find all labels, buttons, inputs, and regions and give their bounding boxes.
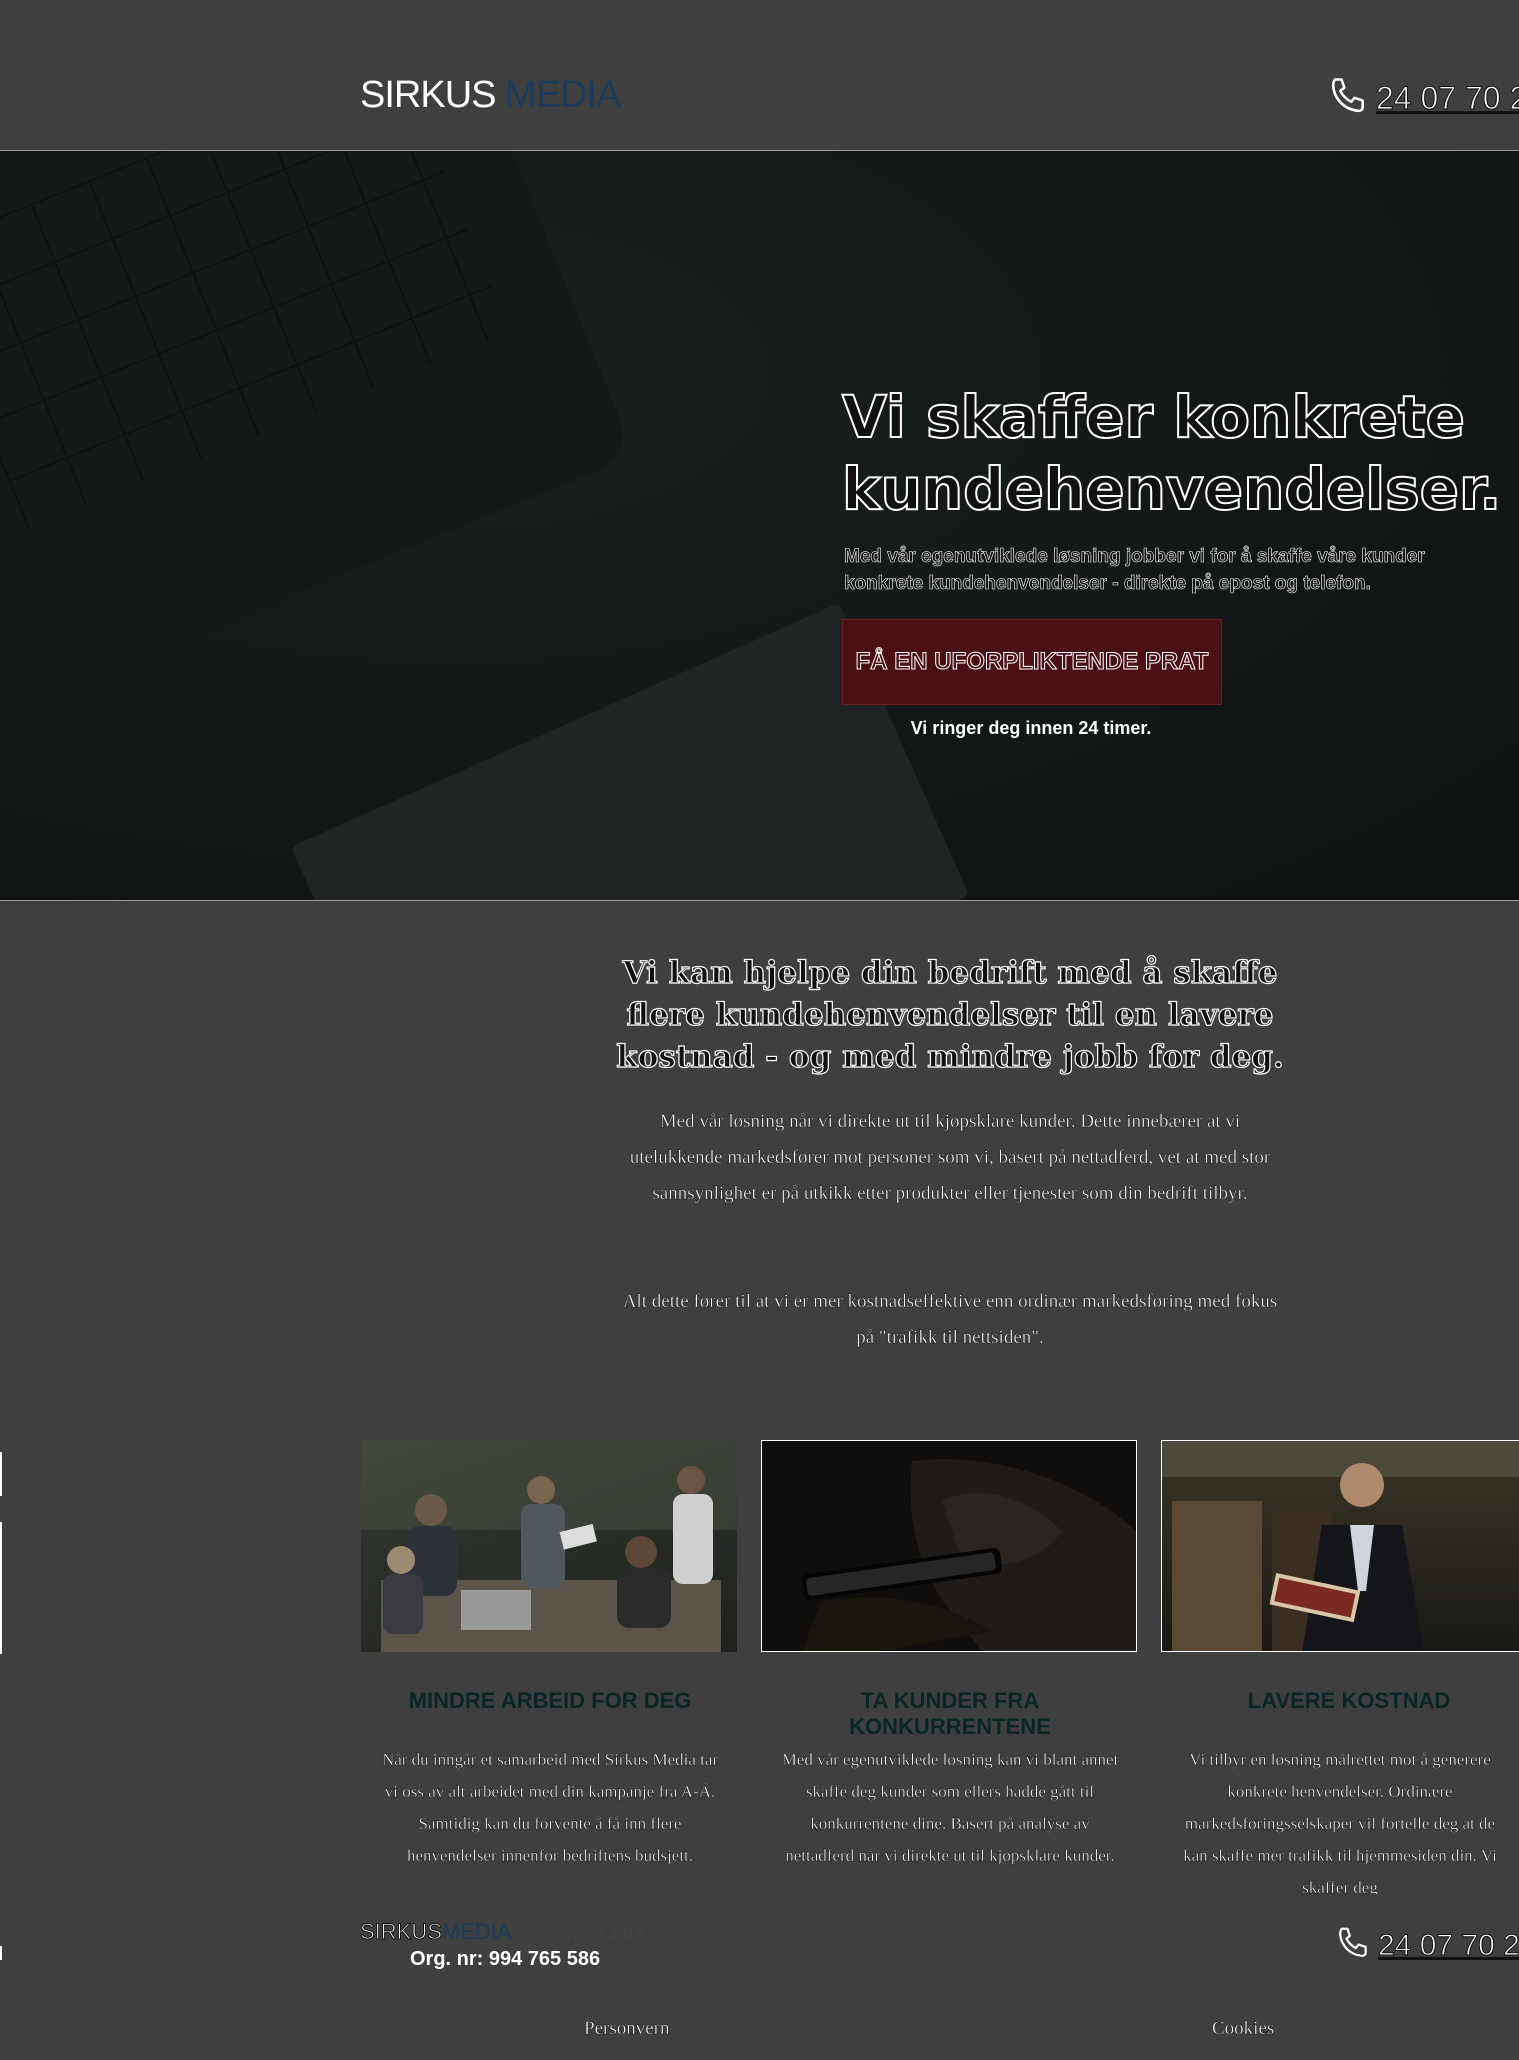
edge-marker bbox=[0, 1946, 2, 1960]
footer-phone[interactable]: 24 07 70 2 bbox=[1334, 1924, 1519, 1967]
edge-marker bbox=[0, 1452, 2, 1496]
footer-phone-link[interactable]: 24 07 70 2 bbox=[1378, 1928, 1519, 1963]
cookies-link[interactable]: Cookies bbox=[1212, 2018, 1275, 2040]
card-title-lower-cost: LAVERE KOSTNAD bbox=[1247, 1688, 1451, 1713]
logo-text-media: MEDIA bbox=[505, 74, 621, 116]
logo-text-sirkus: SIRKUS bbox=[360, 74, 496, 116]
hero-section: Vi skaffer konkrete kundehenvendelser. M… bbox=[0, 151, 1519, 901]
card-image-businessman bbox=[1161, 1440, 1519, 1652]
hero-title: Vi skaffer konkrete kundehenvendelser. bbox=[841, 382, 1502, 524]
footer-logo-sirkus: SIRKUS bbox=[360, 1919, 443, 1945]
phone-icon bbox=[1334, 1924, 1372, 1967]
org-number: Org. nr: 994 765 586 bbox=[410, 1948, 601, 1970]
card-image-team bbox=[361, 1440, 737, 1652]
card-title-competitors: TA KUNDER FRA KONKURRENTENE bbox=[849, 1688, 1051, 1739]
phone-icon bbox=[1326, 74, 1370, 123]
card-title-less-work: MINDRE ARBEID FOR DEG bbox=[408, 1688, 692, 1713]
hero-subtitle: Med vår egenutviklede løsning jobber vi … bbox=[844, 546, 1425, 595]
footer-logo[interactable]: SIRKUSMEDIA © Copyright 2016 bbox=[360, 1918, 645, 1949]
card-image-phone-hand bbox=[761, 1440, 1137, 1652]
intro-paragraph-2: Alt dette fører til at vi er mer kostnad… bbox=[622, 1291, 1278, 1348]
phone-number-link[interactable]: 24 07 70 2 bbox=[1375, 80, 1519, 117]
footer-copyright: © Copyright 2016 bbox=[519, 1926, 645, 1943]
intro-title: Vi kan hjelpe din bedrift med å skaffe f… bbox=[616, 954, 1285, 1075]
edge-marker bbox=[0, 1522, 2, 1654]
site-logo[interactable]: SIRKUS MEDIA bbox=[360, 72, 621, 118]
card-text-lower-cost: Vi tilbyr en løsning målrettet mot å gen… bbox=[1183, 1750, 1497, 1894]
contact-cta-button[interactable]: FÅ EN UFORPLIKTENDE PRAT bbox=[842, 619, 1222, 705]
card-text-less-work: Når du inngår et samarbeid med Sirkus Me… bbox=[381, 1750, 719, 1865]
header-phone[interactable]: 24 07 70 2 bbox=[1326, 74, 1519, 123]
cta-note: Vi ringer deg innen 24 timer. bbox=[910, 718, 1152, 738]
hero-background-laptop bbox=[0, 151, 635, 689]
cta-label: FÅ EN UFORPLIKTENDE PRAT bbox=[855, 648, 1209, 676]
privacy-link[interactable]: Personvern bbox=[584, 2018, 670, 2040]
card-text-competitors: Med vår egenutviklede løsning kan vi bla… bbox=[781, 1750, 1119, 1865]
footer-logo-media: MEDIA bbox=[441, 1919, 512, 1944]
site-header: SIRKUS MEDIA 24 07 70 2 bbox=[0, 0, 1519, 151]
intro-paragraph-1: Med vår løsning når vi direkte ut til kj… bbox=[629, 1111, 1271, 1204]
